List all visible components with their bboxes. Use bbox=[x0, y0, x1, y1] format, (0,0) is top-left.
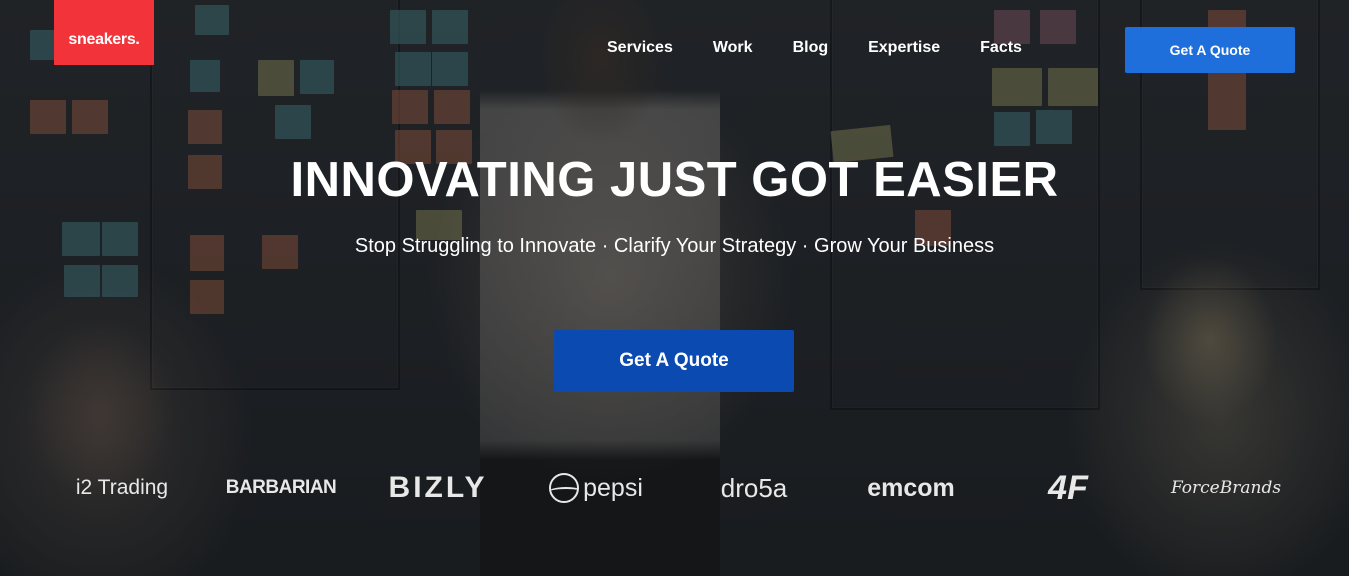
hero-subline: Stop Struggling to Innovate · Clarify Yo… bbox=[354, 235, 995, 257]
main-nav: Services Work Blog Expertise Facts bbox=[607, 38, 1022, 58]
logo-text: sneakers. bbox=[68, 30, 140, 48]
brand-logo-emcom: emcom bbox=[867, 473, 955, 502]
logo[interactable]: sneakers. bbox=[54, 0, 154, 65]
brand-logo-dro5a: dro5a bbox=[720, 472, 788, 503]
brand-logo-barbarian: BARBARIAN bbox=[225, 477, 337, 498]
client-logos: i2 Trading BARBARIAN BIZLY pepsi dro5a e… bbox=[0, 468, 1349, 508]
brand-logo-bizly: BIZLY bbox=[388, 471, 488, 504]
brand-logo-i2-trading: i2 Trading bbox=[75, 476, 169, 499]
nav-services[interactable]: Services bbox=[607, 38, 673, 58]
nav-facts[interactable]: Facts bbox=[980, 38, 1022, 58]
hero-get-quote-button[interactable]: Get A Quote bbox=[554, 330, 794, 392]
brand-logo-4f: 4F bbox=[1048, 468, 1088, 507]
hero-headline: INNOVATING JUST GOT EASIER bbox=[290, 153, 1059, 207]
header-get-quote-button[interactable]: Get A Quote bbox=[1125, 27, 1295, 73]
brand-logo-forcebrands: ForceBrands bbox=[1170, 478, 1282, 498]
hero-section: sneakers. Services Work Blog Expertise F… bbox=[0, 0, 1349, 576]
nav-expertise[interactable]: Expertise bbox=[868, 38, 940, 58]
pepsi-globe-icon bbox=[549, 473, 580, 503]
nav-work[interactable]: Work bbox=[713, 38, 753, 58]
brand-logo-pepsi: pepsi bbox=[545, 468, 647, 508]
brand-logo-pepsi-text: pepsi bbox=[583, 473, 643, 502]
nav-blog[interactable]: Blog bbox=[793, 38, 829, 58]
